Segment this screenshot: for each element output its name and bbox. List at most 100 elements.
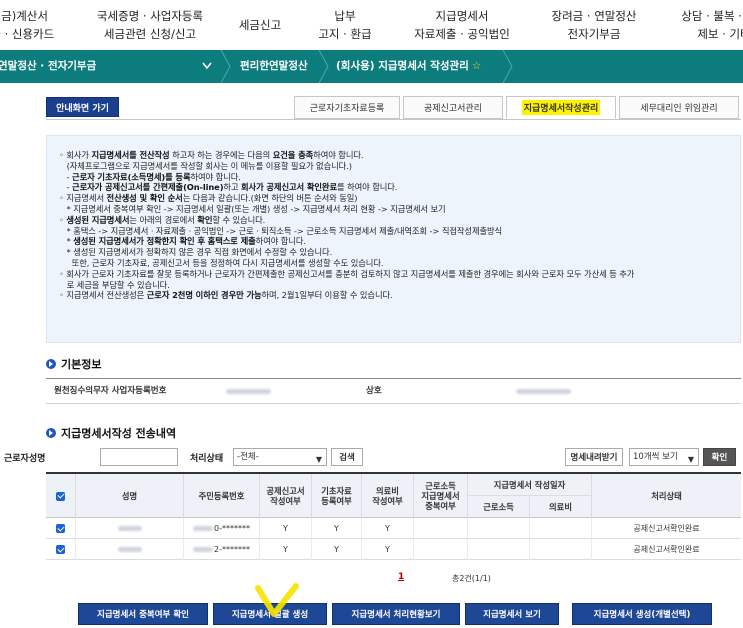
row-earned-date: [468, 518, 530, 539]
notice-line: (자체프로그램으로 지급명세서를 작성할 회사는 이 메뉴를 이용할 필요가 없…: [59, 160, 352, 171]
chevron-down-icon: ▼: [687, 455, 694, 464]
nav-tax-return[interactable]: 세금신고: [225, 0, 295, 50]
header-base-registered: 기초자료 등록여부: [312, 474, 362, 518]
row-checkbox[interactable]: [46, 518, 76, 539]
row-checkbox[interactable]: [46, 539, 76, 560]
top-navigation: (세금)계산서발급 · 신용카드 국세증명 · 사업자등록세금관련 신청/신고 …: [0, 0, 743, 50]
row-duplicate: [414, 539, 468, 560]
row-status: 공제신고서확인완료: [633, 545, 700, 554]
nav-certificates[interactable]: 국세증명 · 사업자등록 세금관련 신청/신고: [80, 0, 220, 50]
confirm-button[interactable]: 확인: [703, 448, 736, 466]
row-medical: Y: [362, 539, 414, 560]
row-base: Y: [312, 518, 362, 539]
tab-divider: [46, 119, 741, 120]
notice-line: 로 세금을 부담할 수 있습니다.: [59, 279, 170, 290]
nav-payment-statement[interactable]: 지급명세서 자료제출 · 공익법인: [398, 0, 526, 50]
notice-line: - 근로자가 공제신고서를 간편제출(On-line)하고 회사가 공제신고서 …: [59, 182, 398, 193]
view-statement-button[interactable]: 지급명세서 보기: [465, 603, 559, 625]
checkbox-checked-icon[interactable]: [56, 545, 65, 554]
nav-year-end-settlement[interactable]: 장려금 · 연말정산 전자기부금: [535, 0, 653, 50]
header-earned-income: 근로소득: [468, 496, 530, 518]
check-duplicate-button[interactable]: 지급명세서 중복여부 확인: [78, 603, 208, 625]
table-row[interactable]: 0-******* Y Y Y 공제신고서확인완료: [46, 518, 741, 539]
row-deduction: Y: [260, 518, 312, 539]
total-count: 총2건(1/1): [452, 574, 491, 583]
row-name: [76, 539, 184, 560]
notice-line: ◦ 회사가 지급명세서를 전산작성 하고자 하는 경우에는 다음의 요건을 충족…: [59, 150, 364, 160]
table-row[interactable]: 2-******* Y Y Y 공제신고서확인완료: [46, 539, 741, 560]
breadcrumb-page[interactable]: 편리한연말정산: [240, 50, 308, 83]
header-name: 성명: [76, 474, 184, 518]
chevron-down-icon: ▼: [315, 455, 322, 464]
header-duplicate: 근로소득 지급명세서 중복여부: [414, 474, 468, 518]
breadcrumb-section[interactable]: 연말정산 · 전자기부금: [0, 50, 96, 83]
notice-line: ◦ 지급명세서 전산생성 및 확인 순서는 다음과 같습니다.(화면 하단의 버…: [59, 193, 358, 204]
notice-line: ◦ 생성된 지급명세서는 아래의 경로에서 확인할 수 있습니다.: [59, 214, 266, 225]
table-header: 성명 주민등록번호 공제신고서 작성여부 기초자료 등록여부 의료비 작성여부 …: [46, 474, 741, 518]
header-deduction-submitted: 공제신고서 작성여부: [260, 474, 312, 518]
view-processing-status-button[interactable]: 지급명세서 처리현황보기: [332, 603, 460, 625]
row-rrn: 2-*******: [184, 539, 260, 560]
row-earned-date: [468, 539, 530, 560]
transmission-list-title: 지급명세서작성 전송내역: [46, 425, 176, 441]
notice-line: 또한, 근로자 기초자료, 공제신고서 등을 정정하여 다시 지급명세서를 생성…: [59, 257, 384, 268]
row-medical: Y: [362, 518, 414, 539]
download-statement-button[interactable]: 명세내려받기: [565, 448, 623, 466]
company-name-value: [516, 389, 571, 394]
chevron-down-icon[interactable]: [200, 50, 214, 83]
business-number-value: [226, 389, 271, 394]
notice-line: - 근로자 기초자료(소득명세)를 등록하여야 합니다.: [59, 171, 241, 182]
employee-name-input[interactable]: [100, 448, 178, 466]
basic-info-title: 기본정보: [46, 356, 101, 372]
tab-employee-base-data[interactable]: 근로자기초자료등록: [294, 96, 400, 119]
section-bullet-icon: [46, 359, 56, 369]
header-status: 처리상태: [651, 491, 682, 501]
breadcrumb-current: (회사용) 지급명세서 작성관리 ☆: [336, 60, 482, 72]
notice-lines: ◦ 회사가 지급명세서를 전산작성 하고자 하는 경우에는 다음의 요건을 충족…: [59, 150, 740, 301]
company-name-label: 상호: [366, 386, 382, 396]
checkbox-checked-icon[interactable]: [56, 491, 65, 501]
notice-line: ◦ 지급명세서 전산생성은 근로자 2천명 이하인 경우만 가능하며, 2월1일…: [59, 290, 393, 301]
row-rrn: 0-*******: [184, 518, 260, 539]
notice-line: * 생성된 지급명세서가 정확하지 않은 경우 직접 화면에서 수정할 수 있습…: [59, 247, 333, 258]
nav-tax-invoice[interactable]: (세금)계산서발급 · 신용카드: [0, 0, 62, 50]
nav-payment[interactable]: 납부 고지 · 환급: [300, 0, 390, 50]
batch-create-button[interactable]: 지급명세서 일괄 생성: [213, 603, 327, 625]
breadcrumb: 연말정산 · 전자기부금 편리한연말정산 (회사용) 지급명세서 작성관리 ☆: [0, 50, 743, 83]
tab-tax-agent-delegation[interactable]: 세무대리인 위임관리: [619, 96, 739, 119]
header-medical-submitted: 의료비 작성여부: [362, 474, 414, 518]
row-deduction: Y: [260, 539, 312, 560]
header-created-date: 지급명세서 작성일자: [468, 474, 592, 496]
page-size-select[interactable]: 10개씩 보기 ▼: [629, 448, 699, 466]
tab-deduction-form[interactable]: 공제신고서관리: [403, 96, 503, 119]
status-select[interactable]: -전체- ▼: [233, 448, 327, 466]
breadcrumb-separator-icon: [220, 50, 231, 83]
search-button[interactable]: 검색: [331, 448, 363, 466]
breadcrumb-separator-icon: [318, 50, 329, 83]
tab-payment-statement[interactable]: 지급명세서작성관리: [506, 96, 616, 119]
page-link[interactable]: 1: [398, 572, 404, 582]
notice-box: ◦ 회사가 지급명세서를 전산작성 하고자 하는 경우에는 다음의 요건을 충족…: [46, 135, 741, 343]
star-icon[interactable]: ☆: [472, 60, 481, 72]
row-name: [76, 518, 184, 539]
business-number-label: 원천징수의무자 사업자등록번호: [54, 386, 167, 396]
notice-line: * 생성된 지급명세서가 정확한지 확인 후 홈택스로 제출하여야 합니다.: [59, 236, 306, 247]
transmission-table: 성명 주민등록번호 공제신고서 작성여부 기초자료 등록여부 의료비 작성여부 …: [46, 472, 741, 560]
header-select-all[interactable]: [46, 474, 76, 518]
notice-line: ◦ 회사가 근로자 기초자료를 잘못 등록하거나 근로자가 간편제출한 공제신고…: [59, 268, 635, 279]
create-individual-button[interactable]: 지급명세서 생성(개별선택): [572, 603, 712, 625]
employee-name-label: 근로자성명: [4, 454, 46, 464]
header-medical: 의료비: [530, 496, 592, 518]
guide-screen-button[interactable]: 안내화면 가기: [46, 97, 119, 117]
nav-consulting[interactable]: 상담 · 불복 · 고충제보 · 기타: [664, 0, 743, 50]
section-bullet-icon: [46, 428, 56, 438]
status-label: 처리상태: [190, 454, 224, 464]
row-base: Y: [312, 539, 362, 560]
breadcrumb-separator-icon: [502, 50, 513, 83]
basic-info-table: 원천징수의무자 사업자등록번호 상호: [46, 378, 741, 404]
notice-line: * 지급명세서 중복여부 확인 -> 지급명세서 일괄(또는 개별) 생성 ->…: [59, 203, 446, 214]
row-medical-date: [530, 518, 592, 539]
checkbox-checked-icon[interactable]: [56, 524, 65, 533]
row-medical-date: [530, 539, 592, 560]
row-duplicate: [414, 518, 468, 539]
